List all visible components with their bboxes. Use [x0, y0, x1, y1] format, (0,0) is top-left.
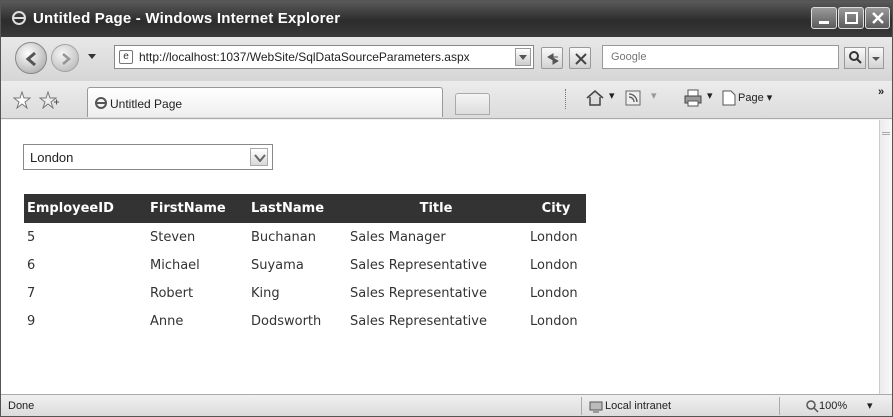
toolbar-separator — [565, 89, 567, 109]
cell-lastname: Buchanan — [251, 229, 316, 245]
cell-employeeid: 7 — [27, 285, 36, 301]
page-menu-label: Page — [738, 92, 764, 104]
back-button[interactable] — [15, 42, 47, 74]
column-header-firstname: FirstName — [146, 194, 247, 223]
cell-employeeid: 5 — [27, 229, 36, 245]
more-commands-chevron[interactable]: » — [878, 86, 884, 98]
favorites-star-icon[interactable] — [13, 91, 31, 109]
cell-city: London — [530, 313, 578, 329]
tab-untitled-page[interactable]: Untitled Page — [87, 87, 443, 117]
column-header-lastname: LastName — [247, 194, 346, 223]
refresh-button[interactable] — [541, 47, 563, 69]
cell-city: London — [530, 257, 578, 273]
search-icon — [849, 51, 862, 64]
minimize-button[interactable] — [811, 7, 837, 29]
search-options-button[interactable] — [868, 47, 884, 69]
grid-header-row: EmployeeID FirstName LastName Title City — [24, 194, 586, 223]
cell-title: Sales Representative — [350, 285, 487, 301]
ie-logo-icon — [12, 11, 26, 25]
page-content: London EmployeeID FirstName LastName Tit… — [1, 120, 879, 394]
chevron-down-icon[interactable]: ▾ — [867, 399, 873, 412]
address-field[interactable]: e http://localhost:1037/WebSite/SqlDataS… — [114, 45, 534, 69]
cell-firstname: Michael — [150, 257, 200, 273]
forward-arrow-icon — [62, 53, 71, 65]
cell-firstname: Steven — [150, 229, 196, 245]
chevron-down-icon[interactable]: ▾ — [651, 89, 657, 102]
chevron-down-icon[interactable] — [87, 53, 97, 61]
close-icon — [872, 12, 884, 24]
column-header-title: Title — [346, 194, 526, 223]
cell-title: Sales Representative — [350, 313, 487, 329]
address-toolbar: e http://localhost:1037/WebSite/SqlDataS… — [1, 37, 892, 81]
city-dropdown-value: London — [30, 150, 74, 165]
maximize-button[interactable] — [838, 7, 864, 29]
scrollbar-grip — [882, 132, 890, 135]
table-row: 5 Steven Buchanan Sales Manager London — [24, 223, 586, 251]
browser-window: Untitled Page - Windows Internet Explore… — [0, 0, 893, 417]
table-row: 7 Robert King Sales Representative Londo… — [24, 279, 586, 307]
feeds-icon[interactable] — [625, 90, 641, 106]
chevron-down-icon — [872, 57, 880, 61]
add-favorite-icon[interactable] — [39, 91, 59, 109]
cell-lastname: Dodsworth — [251, 313, 322, 329]
print-icon[interactable] — [683, 89, 703, 107]
minimize-icon — [819, 21, 829, 24]
zoom-icon[interactable] — [805, 399, 819, 413]
intranet-icon — [589, 401, 603, 413]
search-box[interactable] — [602, 45, 839, 69]
address-dropdown-button[interactable] — [515, 48, 531, 66]
ie-logo-icon — [95, 97, 107, 109]
cell-city: London — [530, 229, 578, 245]
vertical-scrollbar[interactable] — [879, 120, 892, 394]
cell-employeeid: 6 — [27, 257, 36, 273]
search-button[interactable] — [844, 47, 866, 69]
page-menu[interactable]: Page ▾ — [738, 91, 772, 104]
cell-lastname: King — [251, 285, 280, 301]
status-text: Done — [8, 400, 35, 412]
back-arrow-icon — [25, 51, 36, 67]
maximize-icon — [845, 12, 858, 24]
table-row: 6 Michael Suyama Sales Representative Lo… — [24, 251, 586, 279]
home-icon[interactable] — [585, 89, 605, 107]
search-input[interactable] — [603, 46, 838, 68]
tab-toolbar: Untitled Page ▾ ▾ ▾ Page ▾ » — [1, 81, 892, 119]
status-bar: Done Local intranet 100% ▾ — [1, 394, 892, 416]
chevron-down-icon — [254, 154, 266, 162]
forward-button[interactable] — [51, 44, 79, 72]
column-header-city: City — [526, 194, 586, 223]
security-zone[interactable]: Local intranet — [605, 400, 671, 412]
stop-button[interactable] — [569, 47, 591, 69]
address-url[interactable]: http://localhost:1037/WebSite/SqlDataSou… — [139, 50, 470, 64]
city-dropdown[interactable]: London — [23, 144, 273, 170]
cell-lastname: Suyama — [251, 257, 304, 273]
close-button[interactable] — [865, 7, 890, 29]
refresh-icon — [547, 53, 559, 65]
window-title: Untitled Page - Windows Internet Explore… — [33, 10, 341, 27]
cell-firstname: Anne — [150, 313, 184, 329]
zoom-level[interactable]: 100% — [819, 400, 847, 412]
employees-grid: EmployeeID FirstName LastName Title City… — [24, 194, 586, 335]
cell-city: London — [530, 285, 578, 301]
cell-title: Sales Manager — [350, 229, 446, 245]
page-icon: e — [119, 50, 133, 64]
cell-firstname: Robert — [150, 285, 194, 301]
cell-employeeid: 9 — [27, 313, 36, 329]
stop-icon — [575, 53, 587, 65]
page-icon[interactable] — [722, 90, 736, 106]
column-header-employeeid: EmployeeID — [24, 194, 146, 223]
status-separator — [779, 397, 780, 415]
status-separator — [581, 397, 582, 415]
cell-title: Sales Representative — [350, 257, 487, 273]
chevron-down-icon[interactable]: ▾ — [707, 89, 713, 102]
title-bar: Untitled Page - Windows Internet Explore… — [1, 1, 892, 37]
tab-label: Untitled Page — [110, 97, 183, 111]
new-tab-button[interactable] — [455, 93, 490, 115]
city-dropdown-button[interactable] — [250, 148, 268, 166]
chevron-down-icon[interactable]: ▾ — [609, 89, 615, 102]
chevron-down-icon — [519, 55, 527, 60]
table-row: 9 Anne Dodsworth Sales Representative Lo… — [24, 307, 586, 335]
